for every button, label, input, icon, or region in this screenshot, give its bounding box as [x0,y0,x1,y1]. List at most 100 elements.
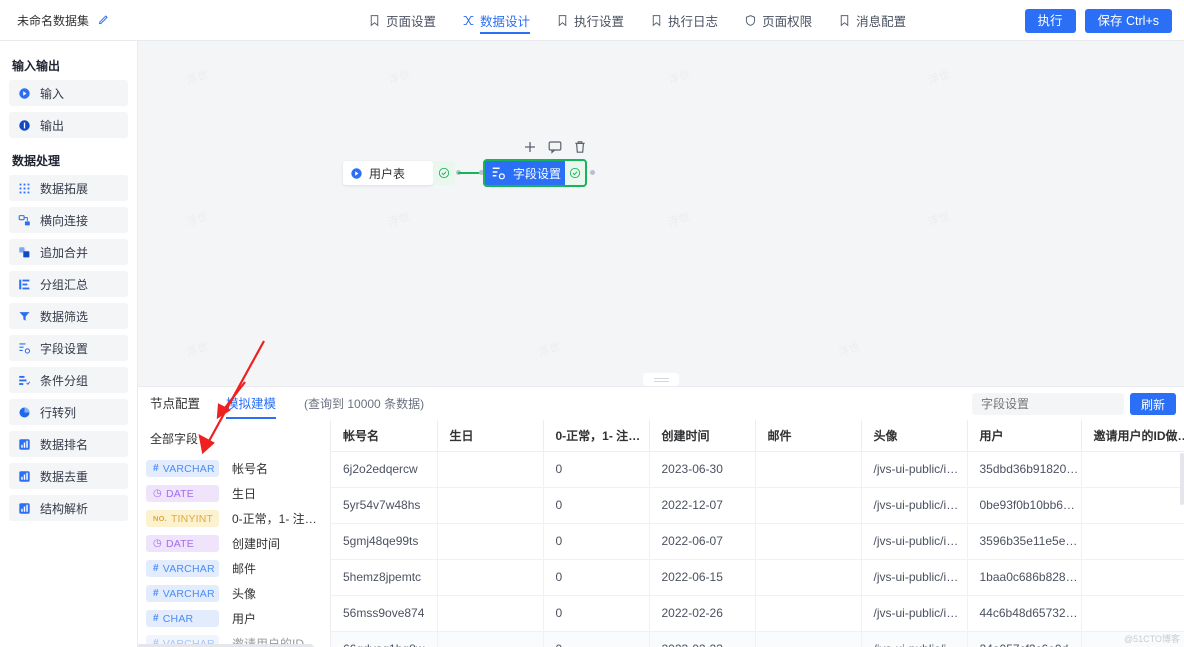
top-actions: 执行 保存 Ctrl+s [1024,0,1172,41]
field-list-item[interactable]: # VARCHAR 帐号名 [146,456,330,481]
table-vertical-scrollbar[interactable] [1180,453,1184,505]
tab-label: 执行日志 [668,15,719,29]
search-input[interactable] [972,393,1124,415]
tab-exec-log[interactable]: 执行日志 [650,0,718,41]
canvas-watermark: 浮世 [184,340,210,360]
field-list-item[interactable]: # VARCHAR 头像 [146,581,330,606]
tab-node-config[interactable]: 节点配置 [150,393,200,414]
table-col-header[interactable]: 邀请用户的ID做上… [1081,420,1184,452]
sidebar-item-data-ranking[interactable]: 数据排名 [9,431,128,457]
group-sum-icon [18,278,31,291]
tab-page-settings[interactable]: 页面设置 [368,0,436,41]
field-type-badge: NO. TINYINT [146,510,219,527]
sidebar-group-title-processing: 数据处理 [12,154,61,168]
plus-icon[interactable] [522,139,538,155]
sidebar-item-append-merge[interactable]: 追加合并 [9,239,128,265]
sidebar-item-structure-parse[interactable]: 结构解析 [9,495,128,521]
field-type-symbol: # [153,563,159,574]
table-cell [437,631,544,647]
node-field-setting-status [565,161,585,185]
refresh-button[interactable]: 刷新 [1129,393,1176,415]
table-cell [1081,595,1184,632]
panel-resize-handle[interactable] [643,373,679,386]
field-list-item[interactable]: ◷ DATE 创建时间 [146,531,330,556]
table-cell: /jvs-ui-public/img/… [861,451,968,488]
port-out-dot[interactable] [590,170,595,175]
field-type-label: VARCHAR [162,562,215,575]
table-col-header[interactable]: 用户 [967,420,1082,452]
table-col-header[interactable]: 创建时间 [649,420,756,452]
shuffle-icon [462,14,475,27]
table-cell [755,451,862,488]
field-type-label: TINYINT [170,512,214,525]
bar-chart-icon [18,502,31,515]
top-bar: 未命名数据集 页面设置 数据设计 执行设置 执行日志 页面权限 消息配置 执行 … [0,0,1184,41]
field-type-badge: # CHAR [146,610,219,627]
sidebar-item-condition-group[interactable]: 条件分组 [9,367,128,393]
field-list-item[interactable]: # CHAR 用户 [146,606,330,631]
table-col-header[interactable]: 头像 [861,420,968,452]
sidebar-item-output[interactable]: 输出 [9,112,128,138]
flow-canvas[interactable]: 浮世 浮世 浮世 浮世 浮世 浮世 浮世 浮世 浮世 浮世 浮世 用户表 字段设… [138,41,1184,386]
canvas-watermark: 浮世 [184,68,210,88]
field-name: 用户 [232,612,257,626]
pencil-icon[interactable] [96,14,109,27]
sidebar-item-pivot[interactable]: 行转列 [9,399,128,425]
table-cell: /jvs-ui-public/img/… [861,595,968,632]
comment-icon[interactable] [547,139,563,155]
tab-page-permission[interactable]: 页面权限 [744,0,812,41]
table-col-header[interactable]: 邮件 [755,420,862,452]
canvas-watermark: 浮世 [666,210,692,230]
node-source-table[interactable]: 用户表 [343,161,433,185]
field-name: 0-正常，1- 注销 不… [232,512,324,526]
table-col-header[interactable]: 帐号名 [331,420,438,452]
run-button[interactable]: 执行 [1024,8,1076,33]
table-cell: 2022-06-15 [649,559,756,596]
tab-message-config[interactable]: 消息配置 [838,0,906,41]
sidebar-item-data-filter[interactable]: 数据筛选 [9,303,128,329]
field-list-item[interactable]: # VARCHAR 邮件 [146,556,330,581]
tab-data-design[interactable]: 数据设计 [462,0,531,41]
sidebar-item-field-setting[interactable]: 字段设置 [9,335,128,361]
table-cell: 35dbd36b918204… [967,451,1082,488]
save-button[interactable]: 保存 Ctrl+s [1084,8,1172,33]
table-row[interactable]: 5hemz8jpemtc 0 2022-06-15 /jvs-ui-public… [331,559,1184,596]
sidebar-item-group-summary[interactable]: 分组汇总 [9,271,128,297]
table-row[interactable]: 5yr54v7w48hs 0 2022-12-07 /jvs-ui-public… [331,487,1184,524]
sidebar-item-data-dedupe[interactable]: 数据去重 [9,463,128,489]
node-source-label: 用户表 [369,166,406,181]
table-cell: 2022-02-26 [649,595,756,632]
table-row[interactable]: 5gmj48qe99ts 0 2022-06-07 /jvs-ui-public… [331,523,1184,560]
table-col-header[interactable]: 0-正常，1- 注销 不… [543,420,650,452]
trash-icon[interactable] [572,139,588,155]
table-col-header[interactable]: 生日 [437,420,544,452]
field-type-badge: # VARCHAR [146,560,219,577]
table-cell: 2023-02-23 [649,631,756,647]
tab-simulation-modeling[interactable]: 模拟建模 [226,393,277,419]
play-circle-icon [350,167,363,180]
tab-exec-settings[interactable]: 执行设置 [556,0,624,41]
table-cell: 0 [543,559,650,596]
sidebar-item-horizontal-join[interactable]: 横向连接 [9,207,128,233]
pivot-icon [18,406,31,419]
field-type-label: VARCHAR [162,462,215,475]
sidebar-item-input[interactable]: 输入 [9,80,128,106]
table-row[interactable]: 66gdyaq1hg8w 0 2023-02-23 /jvs-ui-public… [331,631,1184,647]
bookmark-icon [838,14,851,27]
sidebar-item-data-expand[interactable]: 数据拓展 [9,175,128,201]
tab-label: 页面权限 [762,15,813,29]
data-table-wrapper[interactable]: 帐号名 生日 0-正常，1- 注销 不… 创建时间 邮件 头像 用户 邀请用户的… [330,420,1184,647]
field-list-panel: 全部字段 # VARCHAR 帐号名 ◷ DATE 生日 NO. TINYINT [138,420,330,647]
field-type-symbol: # [153,588,159,599]
field-list-item[interactable]: ◷ DATE 生日 [146,481,330,506]
field-list-item[interactable]: NO. TINYINT 0-正常，1- 注销 不… [146,506,330,531]
node-field-setting[interactable]: 字段设置 [483,159,587,187]
table-cell: 5yr54v7w48hs [331,487,438,524]
field-type-badge: ◷ DATE [146,485,219,502]
sidebar-item-label: 输入 [40,86,65,101]
table-row[interactable]: 56mss9ove874 0 2022-02-26 /jvs-ui-public… [331,595,1184,632]
table-row[interactable]: 6j2o2edqercw 0 2023-06-30 /jvs-ui-public… [331,451,1184,488]
sidebar-item-label: 行转列 [40,405,77,420]
table-cell: 1baa0c686b8288a… [967,559,1082,596]
filter-icon [18,310,31,323]
